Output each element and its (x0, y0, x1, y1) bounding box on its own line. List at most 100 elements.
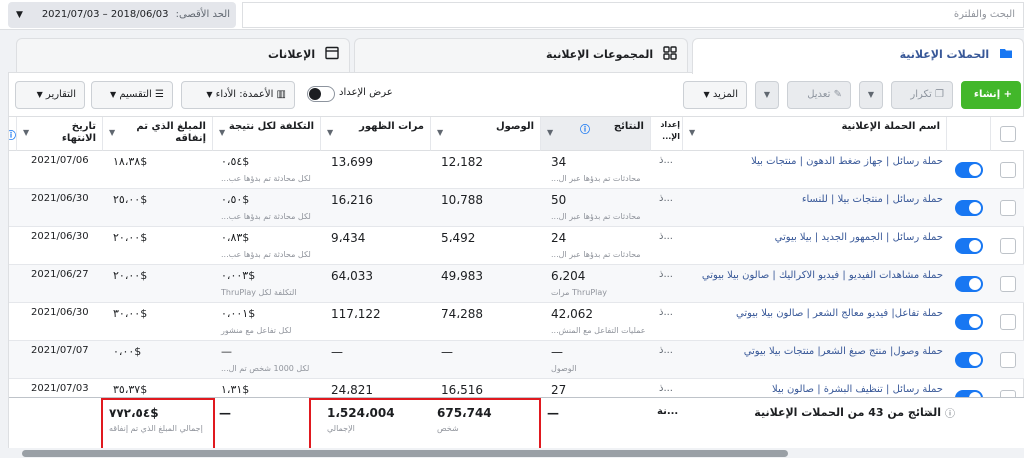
reach-value: 49،983 (441, 269, 484, 283)
results-value: 42،062 (551, 307, 594, 321)
campaign-toggle[interactable] (955, 238, 983, 254)
cost-per-result-sub: لكل تفاعل مع منشور (221, 326, 292, 335)
tab-ad-sets-label: المجموعات الإعلانية (546, 48, 654, 61)
grid-icon (663, 46, 677, 60)
select-all-checkbox[interactable] (1000, 126, 1016, 142)
end-date-value: 2021/06/27 (31, 269, 89, 280)
plus-icon: + (1003, 89, 1012, 100)
campaign-name-link[interactable]: حملة تفاعل| فيديو معالج الشعر | صالون بي… (691, 308, 943, 319)
chevron-down-icon: ▼ (110, 90, 117, 99)
chevron-left-icon[interactable]: › (927, 406, 931, 419)
table-row[interactable]: حملة رسائل | جهاز ضغط الدهون | منتجات بي… (9, 151, 1024, 189)
results-sub: محادثات تم بدؤها عبر ال... (551, 212, 641, 221)
impressions-value: 24،821 (331, 383, 374, 397)
info-icon: ⓘ (945, 409, 955, 420)
row-checkbox[interactable] (1000, 238, 1016, 254)
column-header-end-date-label: تاريخ الانتهاء (61, 121, 96, 144)
amount-spent-value: ٢٠،٠٠$ (113, 269, 148, 282)
tab-campaigns-label: الحملات الإعلانية (899, 48, 990, 61)
edit-dropdown[interactable]: ▼ (755, 81, 779, 109)
table-row[interactable]: حملة وصول| منتج صبغ الشعر| منتجات بيلا ب… (9, 341, 1024, 379)
summary-cost-per-result: — (219, 406, 231, 420)
campaign-name-link[interactable]: حملة رسائل | تنظيف البشرة | صالون بيلا (691, 384, 943, 395)
end-date-value: 2021/06/30 (31, 231, 89, 242)
results-value: 6،204 (551, 269, 586, 283)
chevron-down-icon: ▼ (703, 90, 710, 99)
row-checkbox[interactable] (1000, 162, 1016, 178)
tab-campaigns[interactable]: الحملات الإعلانية (692, 38, 1024, 74)
cost-per-result-value: ٠،٨٣$ (221, 231, 250, 244)
cost-per-result-sub: التكلفة لكل ThruPlay (221, 288, 297, 297)
column-header-name[interactable]: اسم الحملة الإعلانية ▼ (683, 117, 947, 151)
campaign-toggle[interactable] (955, 276, 983, 292)
campaign-name-link[interactable]: حملة وصول| منتج صبغ الشعر| منتجات بيلا ب… (691, 346, 943, 357)
column-picker-header: ⓘ (9, 117, 17, 151)
row-checkbox[interactable] (1000, 352, 1016, 368)
summary-results: — (547, 406, 559, 420)
edit-button[interactable]: ✎ تعديل (787, 81, 851, 109)
table-row[interactable]: حملة تفاعل| فيديو معالج الشعر | صالون بي… (9, 303, 1024, 341)
top-bar: البحث والفلترة الحد الأقصى: 2018/06/03 –… (0, 0, 1024, 30)
delivery-status: ذ... (659, 231, 673, 242)
search-input[interactable]: البحث والفلترة (242, 2, 1024, 28)
tab-ad-sets[interactable]: المجموعات الإعلانية (354, 38, 688, 72)
view-setup-toggle[interactable] (307, 86, 335, 102)
breakdown-button[interactable]: ☰ التقسيم ▼ (91, 81, 173, 109)
chevron-down-icon: ▼ (327, 128, 334, 137)
results-sub: محادثات تم بدؤها عبر ال... (551, 250, 641, 259)
duplicate-dropdown[interactable]: ▼ (859, 81, 883, 109)
column-header-cost-per-result[interactable]: التكلفة لكل نتيجة ▼ (213, 117, 321, 151)
results-value: — (551, 345, 563, 359)
chevron-down-icon: ▼ (867, 90, 875, 99)
date-range-label: الحد الأقصى: (175, 9, 230, 20)
column-header-results[interactable]: النتائج ⓘ ▼ (541, 117, 651, 151)
pencil-icon: ✎ (833, 89, 842, 100)
end-date-value: 2021/07/07 (31, 345, 89, 356)
cost-per-result-sub: لكل 1000 شخص تم ال... (221, 364, 310, 373)
duplicate-button[interactable]: ❐ تكرار (891, 81, 953, 109)
campaign-name-link[interactable]: حملة رسائل | جهاز ضغط الدهون | منتجات بي… (691, 156, 943, 167)
cost-per-result-sub: لكل محادثة تم بدؤها عب... (221, 250, 311, 259)
more-button[interactable]: المزيد ▼ (683, 81, 747, 109)
folder-icon (1000, 49, 1012, 58)
column-header-amount-spent[interactable]: المبلغ الذي تم إنفاقه ▼ (103, 117, 213, 151)
columns-button[interactable]: ▥ الأعمدة: الأداء ▼ (181, 81, 295, 109)
cost-per-result-value: ٠،٠٠١$ (221, 307, 256, 320)
impressions-value: 9،434 (331, 231, 366, 245)
table-row[interactable]: حملة مشاهدات الفيديو | فيديو الاكراليك |… (9, 265, 1024, 303)
column-header-end-date[interactable]: تاريخ الانتهاء ▼ (17, 117, 103, 151)
cost-per-result-value: ٠،٠٠٣$ (221, 269, 256, 282)
table-row[interactable]: حملة رسائل | الجمهور الجديد | بيلا بيوتي… (9, 227, 1024, 265)
chevron-down-icon: ▼ (219, 128, 226, 137)
tab-ads[interactable]: الإعلانات (16, 38, 350, 72)
campaign-name-link[interactable]: حملة رسائل | الجمهور الجديد | بيلا بيوتي (691, 232, 943, 243)
reach-value: 10،788 (441, 193, 484, 207)
campaign-name-link[interactable]: حملة مشاهدات الفيديو | فيديو الاكراليك |… (691, 270, 943, 281)
table-row[interactable]: حملة رسائل | منتجات بيلا | للنساء ذ... 50 م… (9, 189, 1024, 227)
tab-ads-label: الإعلانات (268, 48, 316, 61)
campaign-toggle[interactable] (955, 200, 983, 216)
campaign-toggle[interactable] (955, 352, 983, 368)
column-header-impressions[interactable]: مرات الظهور ▼ (321, 117, 431, 151)
campaign-name-link[interactable]: حملة رسائل | منتجات بيلا | للنساء (691, 194, 943, 205)
results-sub: عمليات التفاعل مع المنش... (551, 326, 646, 335)
chevron-down-icon: ▼ (763, 90, 771, 99)
scrollbar-thumb[interactable] (22, 450, 788, 457)
date-range-picker[interactable]: الحد الأقصى: 2018/06/03 – 2021/07/03 ▼ (8, 2, 236, 28)
horizontal-scrollbar[interactable] (8, 448, 1024, 458)
row-checkbox[interactable] (1000, 276, 1016, 292)
chevron-down-icon: ▼ (16, 10, 23, 20)
end-date-value: 2021/07/03 (31, 383, 89, 394)
row-checkbox[interactable] (1000, 314, 1016, 330)
campaign-toggle[interactable] (955, 162, 983, 178)
date-range-value: 2018/06/03 – 2021/07/03 (41, 9, 169, 20)
column-header-reach[interactable]: الوصول ▼ (431, 117, 541, 151)
row-checkbox[interactable] (1000, 200, 1016, 216)
campaign-toggle[interactable] (955, 314, 983, 330)
reach-value: 16،516 (441, 383, 484, 397)
create-button[interactable]: + إنشاء (961, 81, 1021, 109)
reports-button[interactable]: التقارير ▼ (15, 81, 85, 109)
end-date-value: 2021/07/06 (31, 155, 89, 166)
reach-value: 74،288 (441, 307, 484, 321)
column-header-delivery[interactable]: إعداد الإ... (651, 117, 683, 151)
